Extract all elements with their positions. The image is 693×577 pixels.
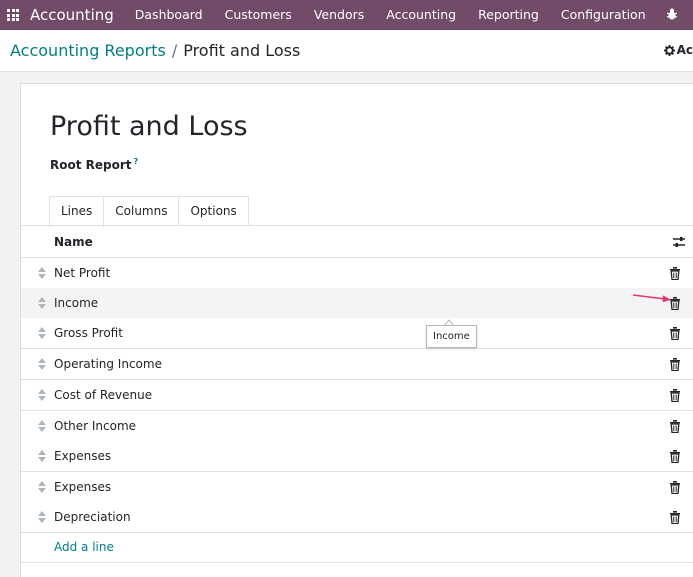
drag-handle-icon[interactable] — [37, 481, 47, 493]
table-row[interactable]: Other Income — [21, 411, 693, 442]
row-label: Gross Profit — [54, 326, 123, 340]
optional-columns-icon[interactable] — [672, 235, 686, 249]
menu-accounting[interactable]: Accounting — [375, 0, 467, 30]
table-row[interactable]: Income — [21, 288, 693, 319]
drag-handle-icon[interactable] — [37, 511, 47, 523]
form-sheet: Profit and Loss Root Report? Lines Colum… — [20, 83, 693, 577]
menu-customers[interactable]: Customers — [214, 0, 303, 30]
trash-icon[interactable] — [669, 420, 681, 433]
root-report-field: Root Report? — [50, 157, 138, 172]
row-label: Cost of Revenue — [54, 388, 153, 402]
top-navbar: Accounting Dashboard Customers Vendors A… — [0, 0, 693, 30]
trash-icon[interactable] — [669, 389, 681, 402]
table-row[interactable]: Cost of Revenue — [21, 380, 693, 411]
notebook-tabs: Lines Columns Options — [49, 196, 249, 227]
action-button[interactable]: Ac — [663, 43, 693, 57]
row-label: Expenses — [54, 449, 112, 463]
row-label: Operating Income — [54, 357, 162, 371]
table-row[interactable]: Expenses — [21, 441, 693, 472]
trash-icon[interactable] — [669, 327, 681, 340]
table-row[interactable]: Expenses — [21, 472, 693, 503]
table-row[interactable]: Operating Income — [21, 349, 693, 380]
table-row[interactable]: Depreciation — [21, 502, 693, 533]
menu-configuration[interactable]: Configuration — [550, 0, 657, 30]
help-tooltip-icon[interactable]: ? — [134, 157, 139, 166]
tab-options[interactable]: Options — [178, 196, 249, 226]
drag-handle-icon[interactable] — [37, 450, 47, 462]
breadcrumb: Accounting Reports / Profit and Loss — [10, 41, 300, 60]
trash-icon[interactable] — [669, 358, 681, 371]
table-header: Name — [21, 226, 693, 258]
breadcrumb-separator: / — [171, 41, 178, 60]
row-label: Net Profit — [54, 266, 111, 280]
trash-icon[interactable] — [669, 267, 681, 280]
root-report-label: Root Report — [50, 158, 132, 172]
tab-columns[interactable]: Columns — [103, 196, 180, 226]
row-label: Other Income — [54, 419, 137, 433]
menu-reporting[interactable]: Reporting — [467, 0, 550, 30]
main-menu: Dashboard Customers Vendors Accounting R… — [124, 0, 657, 30]
row-label: Income — [54, 296, 99, 310]
bug-icon[interactable] — [665, 7, 679, 21]
drag-handle-icon[interactable] — [37, 327, 47, 339]
report-title[interactable]: Profit and Loss — [50, 111, 248, 142]
apps-icon[interactable] — [7, 9, 19, 21]
gear-icon — [663, 44, 675, 56]
drag-handle-icon[interactable] — [37, 267, 47, 279]
drag-handle-icon[interactable] — [37, 389, 47, 401]
row-label: Expenses — [54, 480, 112, 494]
add-line-link[interactable]: Add a line — [54, 540, 114, 554]
table-bottom-divider — [21, 562, 693, 563]
table-row[interactable]: Gross Profit — [21, 318, 693, 349]
drag-handle-icon[interactable] — [37, 297, 47, 309]
menu-dashboard[interactable]: Dashboard — [124, 0, 214, 30]
menu-vendors[interactable]: Vendors — [303, 0, 375, 30]
breadcrumb-accounting-reports[interactable]: Accounting Reports — [10, 41, 166, 60]
trash-icon[interactable] — [669, 450, 681, 463]
drag-handle-icon[interactable] — [37, 420, 47, 432]
breadcrumb-current: Profit and Loss — [183, 41, 301, 60]
control-panel: Accounting Reports / Profit and Loss Ac — [0, 30, 693, 72]
annotation-arrow-icon — [632, 294, 671, 303]
table-row[interactable]: Net Profit — [21, 258, 693, 289]
action-button-label: Ac — [676, 43, 693, 57]
tab-lines[interactable]: Lines — [49, 196, 105, 227]
row-label: Depreciation — [54, 510, 131, 524]
trash-icon[interactable] — [669, 481, 681, 494]
trash-icon[interactable] — [669, 511, 681, 524]
app-brand[interactable]: Accounting — [30, 6, 114, 24]
drag-handle-icon[interactable] — [37, 358, 47, 370]
row-tooltip: Income — [426, 325, 477, 348]
column-header-name[interactable]: Name — [54, 235, 93, 249]
